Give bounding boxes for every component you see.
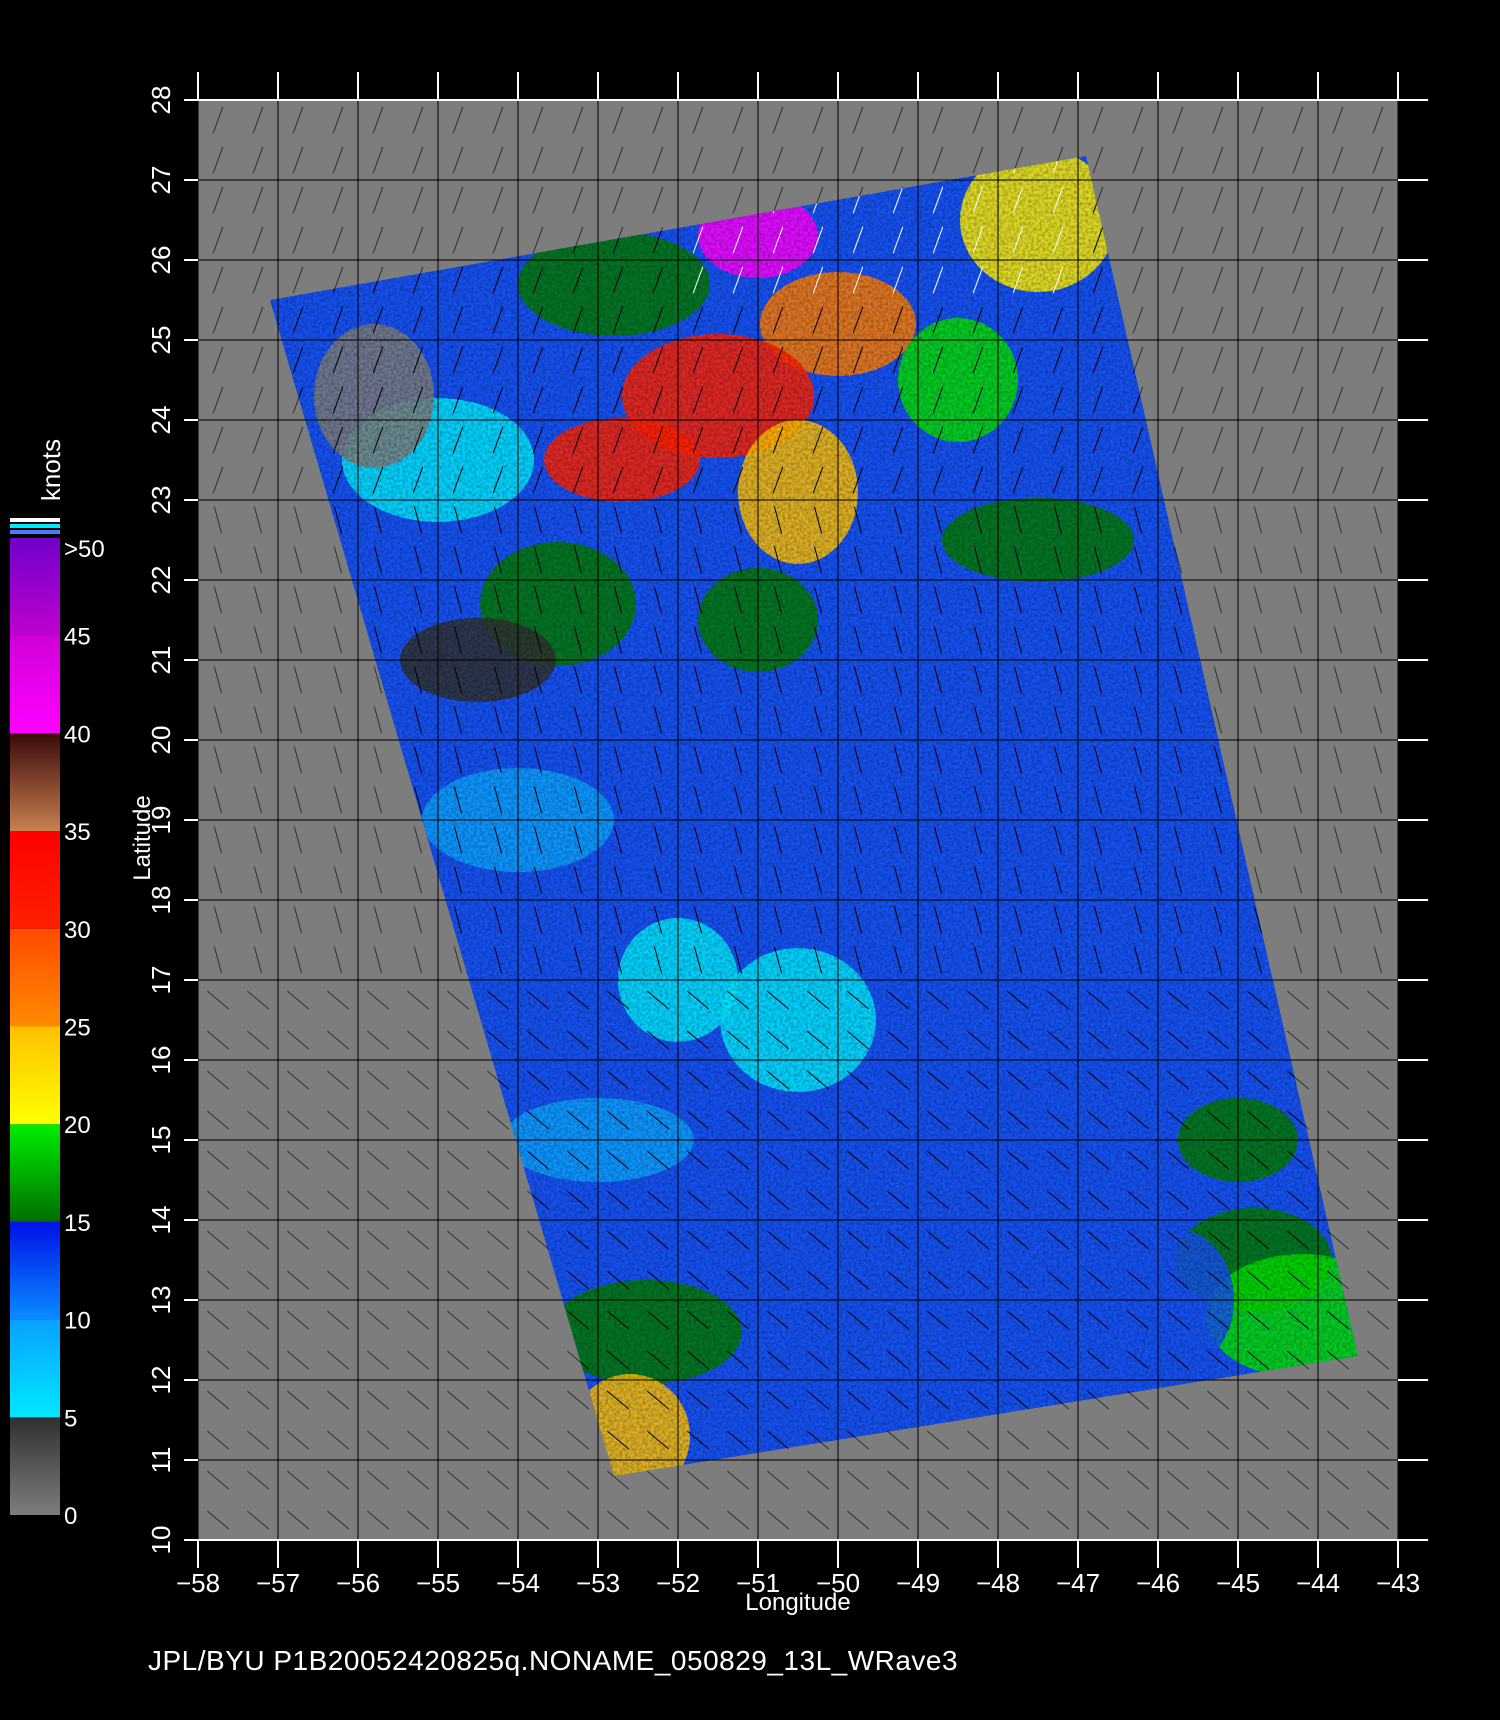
legend-label: 35 (64, 819, 91, 846)
legend-cap-cyan (10, 524, 60, 528)
y-tick-label: 14 (146, 1206, 176, 1235)
y-tick-label: 12 (146, 1366, 176, 1395)
legend-band (10, 1124, 60, 1222)
legend-band (10, 1417, 60, 1515)
x-tick-label: −56 (336, 1568, 380, 1598)
x-tick-label: −49 (896, 1568, 940, 1598)
legend-cap-white (10, 518, 60, 522)
y-tick-label: 15 (146, 1126, 176, 1155)
x-tick-label: −46 (1136, 1568, 1180, 1598)
y-tick-label: 28 (146, 86, 176, 115)
x-tick-label: −55 (416, 1568, 460, 1598)
x-tick-label: −43 (1376, 1568, 1420, 1598)
y-tick-label: 13 (146, 1286, 176, 1315)
y-tick-label: 11 (146, 1447, 176, 1474)
legend-label: 20 (64, 1112, 91, 1139)
y-tick-label: 16 (146, 1046, 176, 1075)
legend-label: 5 (64, 1405, 77, 1432)
y-tick-label: 10 (146, 1526, 176, 1555)
footer-caption: JPL/BYU P1B20052420825q.NONAME_050829_13… (148, 1645, 959, 1676)
y-tick-label: 20 (146, 726, 176, 755)
legend-label: 45 (64, 624, 91, 651)
wind-map-figure: −58 −57 −56 −55 −54 −53 −52 −51 −50 −49 −48 −47 −46−… (10, 72, 1428, 1616)
x-tick-label: −53 (576, 1568, 620, 1598)
legend-cap-blue (10, 530, 60, 534)
y-tick-label: 23 (146, 486, 176, 515)
y-tick-label: 21 (146, 646, 176, 675)
legend-band (10, 635, 60, 734)
y-tick-label: 22 (146, 566, 176, 595)
legend-band (10, 928, 60, 1027)
x-tick-label: −54 (496, 1568, 540, 1598)
legend-band (10, 1026, 60, 1125)
legend-label: 40 (64, 721, 91, 748)
y-axis-label: Latitude (129, 795, 156, 880)
legend-labels: >50 45 40 35 30 25 20 15 10 5 0 (64, 536, 105, 1530)
x-axis-label: Longitude (745, 1589, 850, 1616)
y-tick-label: 26 (146, 246, 176, 275)
y-tick-label: 18 (146, 886, 176, 915)
legend-label: 30 (64, 917, 91, 944)
legend-label: >50 (64, 536, 105, 563)
legend-band (10, 1221, 60, 1320)
map-frame (184, 72, 1428, 1568)
legend-band (10, 1319, 60, 1418)
legend-band (10, 538, 60, 636)
x-tick-label: −57 (256, 1568, 300, 1598)
legend-label: 15 (64, 1210, 91, 1237)
x-tick-label: −45 (1216, 1568, 1260, 1598)
x-tick-label: −44 (1296, 1568, 1340, 1598)
y-tick-label: 25 (146, 326, 176, 355)
legend-band (10, 733, 60, 832)
x-tick-label: −52 (656, 1568, 700, 1598)
x-tick-label: −47 (1056, 1568, 1100, 1598)
legend-title: knots (36, 439, 66, 501)
y-tick-label: 27 (146, 166, 176, 195)
legend-label: 10 (64, 1308, 91, 1335)
legend-band (10, 831, 60, 929)
legend-color-bar (10, 538, 60, 1515)
y-tick-label: 24 (146, 406, 176, 435)
legend-label: 25 (64, 1015, 91, 1042)
legend-label: 0 (64, 1503, 77, 1530)
color-legend: >50 45 40 35 30 25 20 15 10 5 0 knots (10, 439, 105, 1530)
x-tick-label: −48 (976, 1568, 1020, 1598)
y-tick-label: 17 (146, 966, 176, 995)
x-tick-label: −58 (176, 1568, 220, 1598)
